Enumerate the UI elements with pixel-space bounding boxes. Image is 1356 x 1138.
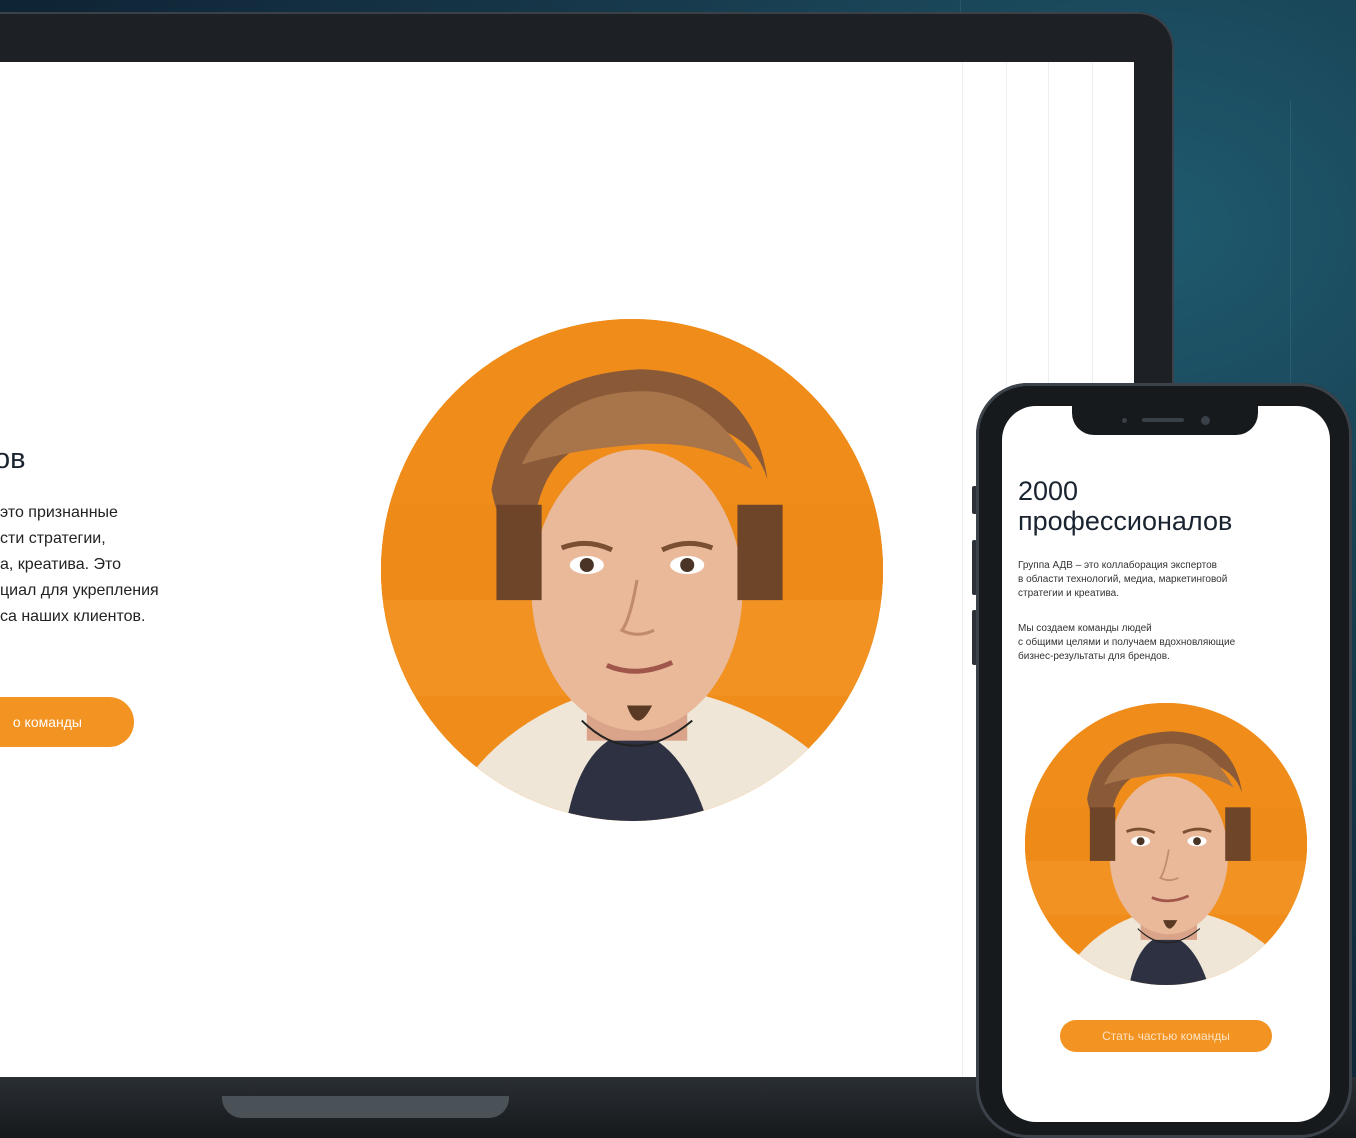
mobile-paragraph-1: Группа АДВ – это коллаборация экспертов … bbox=[1018, 559, 1227, 601]
laptop-hinge-notch bbox=[222, 1096, 509, 1118]
title-word: профессионалов bbox=[1018, 506, 1233, 536]
mobile-section-title: 2000 профессионалов bbox=[1018, 476, 1232, 536]
mobile-join-team-button[interactable]: Стать частью команды bbox=[1060, 1020, 1272, 1052]
description-line: это признанные bbox=[0, 504, 118, 521]
portrait-illustration-mobile bbox=[1025, 703, 1307, 985]
paragraph-line: с общими целями и получаем вдохновляющие bbox=[1018, 637, 1236, 648]
team-member-portrait bbox=[381, 319, 883, 821]
background-line bbox=[1290, 100, 1291, 400]
title-number: 2000 bbox=[1018, 476, 1079, 506]
section-description: это признанные сти стратегии, а, креатив… bbox=[0, 500, 220, 630]
paragraph-line: бизнес-результаты для брендов. bbox=[1018, 651, 1170, 662]
paragraph-line: Мы создаем команды людей bbox=[1018, 623, 1152, 634]
description-line: сти стратегии, bbox=[0, 530, 106, 547]
description-line: циал для укрепления bbox=[0, 582, 159, 599]
description-line: са наших клиентов. bbox=[0, 608, 146, 625]
phone-camera bbox=[1201, 416, 1210, 425]
description-line: а, креатива. Это bbox=[0, 556, 122, 573]
phone-speaker bbox=[1142, 418, 1184, 422]
mobile-paragraph-2: Мы создаем команды людей с общими целями… bbox=[1018, 622, 1235, 664]
section-heading: ов bbox=[0, 443, 26, 475]
paragraph-line: Группа АДВ – это коллаборация экспертов bbox=[1018, 560, 1217, 571]
join-team-button[interactable]: о команды bbox=[0, 697, 134, 747]
paragraph-line: стратегии и креатива. bbox=[1018, 588, 1120, 599]
laptop-screen: ов это признанные сти стратегии, а, креа… bbox=[0, 62, 1134, 1077]
paragraph-line: в области технологий, медиа, маркетингов… bbox=[1018, 574, 1228, 585]
phone-sensor bbox=[1122, 418, 1127, 423]
team-member-portrait-mobile bbox=[1025, 703, 1307, 985]
portrait-illustration bbox=[381, 319, 883, 821]
